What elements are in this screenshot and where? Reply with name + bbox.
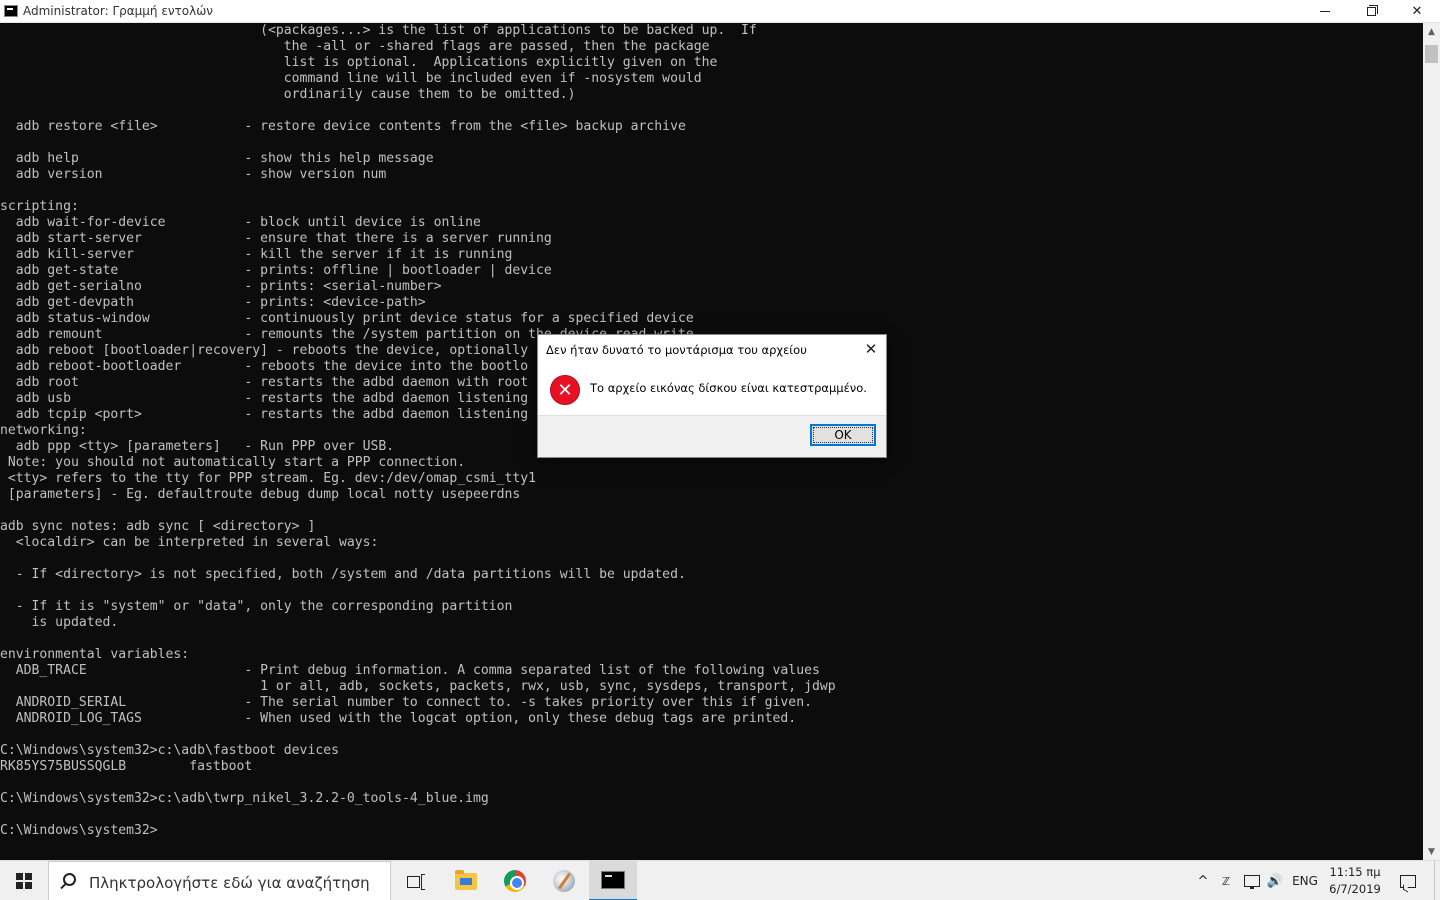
file-explorer-button[interactable]: [442, 861, 490, 900]
taskbar-search-box[interactable]: Πληκτρολογήστε εδώ για αναζήτηση: [48, 861, 391, 900]
console-line: adb status-window - continuously print d…: [0, 311, 694, 326]
console-line: adb get-devpath - prints: <device-path>: [0, 295, 426, 310]
ime-icon[interactable]: ℤ: [1214, 861, 1238, 900]
console-line: ADB_TRACE - Print debug information. A c…: [0, 663, 820, 678]
task-view-icon: [407, 874, 425, 890]
tool-app-icon: [553, 870, 575, 892]
dialog-message: Το αρχείο εικόνας δίσκου είναι κατεστραμ…: [590, 381, 867, 395]
maximize-button[interactable]: [1348, 0, 1394, 23]
minimize-button[interactable]: [1302, 0, 1348, 23]
taskbar-clock[interactable]: 11:15 πμ 6/7/2019: [1326, 864, 1384, 898]
restore-icon: [1366, 5, 1378, 16]
chrome-icon: [504, 870, 526, 892]
console-line: adb kill-server - kill the server if it …: [0, 247, 513, 262]
action-center-button[interactable]: [1392, 861, 1424, 900]
windows-logo-icon: [16, 873, 32, 889]
network-icon: [1244, 875, 1260, 889]
close-window-button[interactable]: ✕: [1394, 0, 1440, 23]
scroll-down-button[interactable]: ▼: [1423, 843, 1440, 860]
window-titlebar[interactable]: Administrator: Γραμμή εντολών ✕: [0, 0, 1440, 23]
console-line: adb version - show version num: [0, 167, 387, 182]
console-line: ANDROID_LOG_TAGS - When used with the lo…: [0, 711, 797, 726]
console-line: adb get-state - prints: offline | bootlo…: [0, 263, 552, 278]
dialog-close-button[interactable]: ✕: [862, 340, 880, 358]
console-line: adb wait-for-device - block until device…: [0, 215, 481, 230]
taskbar: Πληκτρολογήστε εδώ για αναζήτηση ^ ℤ 🔊 E…: [0, 860, 1440, 900]
console-line: <localdir> can be interpreted in several…: [0, 535, 379, 550]
dialog-title: Δεν ήταν δυνατό το μοντάρισμα του αρχείο…: [546, 343, 807, 357]
console-line: <tty> refers to the tty for PPP stream. …: [0, 471, 537, 486]
console-line: - If <directory> is not specified, both …: [0, 567, 686, 582]
console-line: is updated.: [0, 615, 119, 630]
folder-icon: [455, 869, 477, 890]
console-line: adb get-serialno - prints: <serial-numbe…: [0, 279, 442, 294]
ok-button[interactable]: OK: [810, 424, 876, 446]
console-line: adb start-server - ensure that there is …: [0, 231, 552, 246]
show-desktop-button[interactable]: [1434, 861, 1440, 900]
console-line: adb sync notes: adb sync [ <directory> ]: [0, 519, 316, 534]
console-line: - If it is "system" or "data", only the …: [0, 599, 513, 614]
console-line: command line will be included even if -n…: [0, 71, 702, 86]
console-scrollbar[interactable]: ▲ ▼: [1423, 23, 1440, 860]
console-line: adb help - show this help message: [0, 151, 434, 166]
console-line: 1 or all, adb, sockets, packets, rwx, us…: [0, 679, 836, 694]
error-icon: ✕: [550, 375, 580, 405]
console-line: C:\Windows\system32>c:\adb\fastboot devi…: [0, 743, 339, 758]
console-line: RK85YS75BUSSQGLB fastboot: [0, 759, 253, 774]
language-indicator[interactable]: ENG: [1288, 861, 1322, 900]
scroll-up-button[interactable]: ▲: [1423, 23, 1440, 40]
network-button[interactable]: [1240, 861, 1264, 900]
notification-icon: [1400, 874, 1416, 888]
scroll-thumb[interactable]: [1425, 45, 1438, 63]
console-line: scripting:: [0, 199, 79, 214]
cmd-taskbar-button[interactable]: [589, 861, 637, 900]
error-dialog: Δεν ήταν δυνατό το μοντάρισμα του αρχείο…: [537, 334, 887, 458]
console-line: adb restore <file> - restore device cont…: [0, 119, 686, 134]
volume-icon[interactable]: 🔊: [1264, 861, 1286, 900]
clock-date: 6/7/2019: [1329, 882, 1381, 896]
console-line: environmental variables:: [0, 647, 190, 662]
dialog-footer: OK: [538, 415, 886, 457]
console-line: ANDROID_SERIAL - The serial number to co…: [0, 695, 812, 710]
search-placeholder: Πληκτρολογήστε εδώ για αναζήτηση: [89, 874, 370, 892]
console-line: (<packages...> is the list of applicatio…: [0, 23, 757, 38]
console-line: ordinarily cause them to be omitted.): [0, 87, 576, 102]
tool-app-button[interactable]: [540, 861, 588, 900]
cmd-icon: [601, 871, 625, 889]
search-icon: [63, 873, 76, 886]
console-line: [parameters] - Eg. defaultroute debug du…: [0, 487, 521, 502]
ok-button-label: OK: [834, 428, 852, 442]
chrome-button[interactable]: [491, 861, 539, 900]
clock-time: 11:15 πμ: [1329, 865, 1381, 879]
console-line: C:\Windows\system32>c:\adb\twrp_nikel_3.…: [0, 791, 489, 806]
console-line: list is optional. Applications explicitl…: [0, 55, 718, 70]
minimize-icon: [1320, 11, 1330, 12]
window-title: Administrator: Γραμμή εντολών: [23, 4, 213, 18]
cmd-app-icon: [4, 5, 18, 17]
task-view-button[interactable]: [392, 861, 440, 900]
start-button[interactable]: [0, 861, 48, 900]
console-line: the -all or -shared flags are passed, th…: [0, 39, 710, 54]
show-hidden-icons-button[interactable]: ^: [1192, 861, 1214, 900]
console-line: C:\Windows\system32>: [0, 823, 158, 838]
